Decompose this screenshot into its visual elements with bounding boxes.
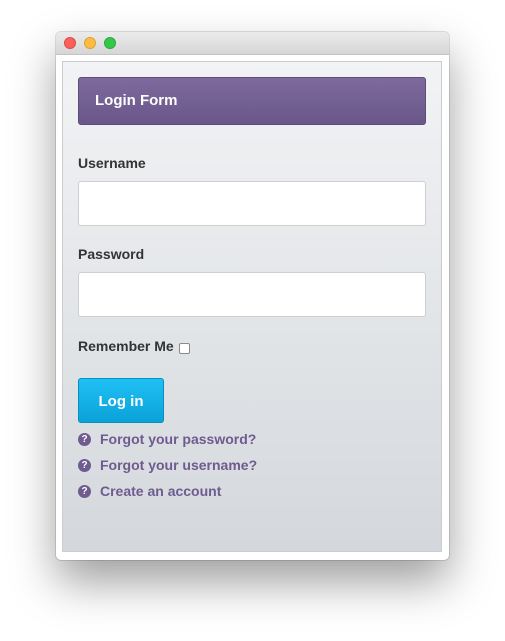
- username-input[interactable]: [78, 181, 426, 226]
- remember-me-checkbox[interactable]: [178, 342, 190, 354]
- login-form-title: Login Form: [78, 77, 426, 125]
- login-panel: Login Form Username Password Remember Me…: [62, 61, 442, 552]
- forgot-username-link[interactable]: Forgot your username?: [100, 457, 257, 473]
- window-maximize-button[interactable]: [104, 37, 116, 49]
- login-button[interactable]: Log in: [78, 378, 164, 423]
- forgot-password-link[interactable]: Forgot your password?: [100, 431, 256, 447]
- forgot-username-item: ? Forgot your username?: [78, 452, 257, 478]
- password-label: Password: [78, 246, 145, 262]
- create-account-item: ? Create an account: [78, 478, 257, 504]
- help-icon: ?: [78, 484, 91, 498]
- password-input[interactable]: [78, 272, 426, 317]
- help-icon: ?: [78, 458, 91, 472]
- help-links: ? Forgot your password? ? Forgot your us…: [78, 426, 257, 504]
- username-label: Username: [78, 155, 146, 171]
- window-close-button[interactable]: [64, 37, 76, 49]
- forgot-password-item: ? Forgot your password?: [78, 426, 257, 452]
- help-icon: ?: [78, 432, 91, 446]
- window-titlebar: [56, 32, 449, 55]
- remember-me-label: Remember Me: [78, 338, 174, 354]
- app-window: Login Form Username Password Remember Me…: [56, 32, 449, 560]
- remember-me-row: Remember Me: [78, 337, 190, 355]
- window-minimize-button[interactable]: [84, 37, 96, 49]
- create-account-link[interactable]: Create an account: [100, 483, 221, 499]
